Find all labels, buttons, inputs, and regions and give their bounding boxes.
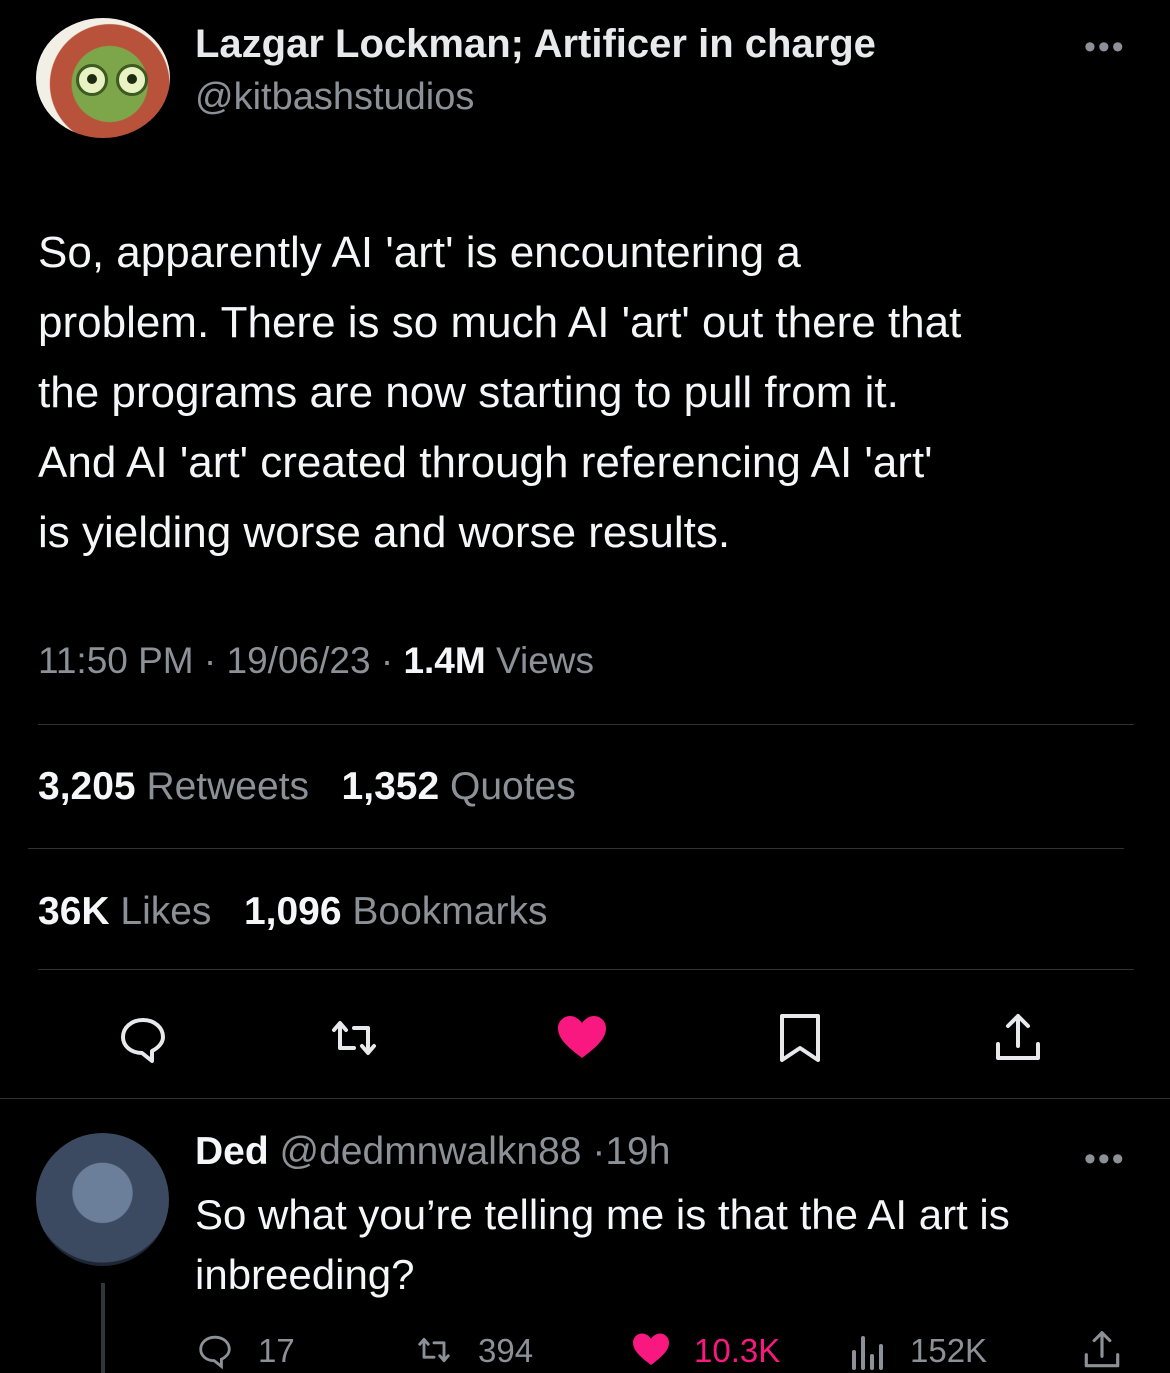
reply-author-avatar[interactable] [36, 1133, 169, 1266]
likes-label: Likes [120, 890, 212, 933]
tweet-meta: 11:50 PM · 19/06/23 · 1.4M Views [38, 640, 594, 682]
author-avatar[interactable] [36, 18, 170, 138]
tweet-date[interactable]: 19/06/23 [227, 640, 371, 681]
reply-more-icon[interactable]: ••• [1084, 1140, 1126, 1179]
reply-icon[interactable] [115, 1010, 171, 1066]
avatar-eye-right [116, 64, 148, 96]
views-label: Views [495, 640, 595, 681]
reply-retweets-count: 394 [478, 1332, 534, 1369]
more-icon[interactable]: ••• [1084, 28, 1126, 67]
tweet-time[interactable]: 11:50 PM [38, 640, 194, 681]
retweet-icon[interactable] [326, 1010, 382, 1066]
avatar-eye-left [76, 64, 108, 96]
retweets-stat[interactable]: 3,205 Retweets [38, 765, 320, 808]
bookmark-icon[interactable] [772, 1010, 828, 1066]
bookmarks-count: 1,096 [243, 890, 342, 933]
reply-icon[interactable] [195, 1330, 235, 1370]
meta-separator: · [380, 640, 404, 681]
author-name[interactable]: Lazgar Lockman; Artificer in charge [195, 22, 876, 67]
share-icon[interactable] [1080, 1328, 1124, 1372]
quotes-label: Quotes [450, 765, 576, 808]
retweet-icon[interactable] [412, 1330, 456, 1370]
reply-likes-count: 10.3K [694, 1332, 781, 1369]
reply-views-count: 152K [910, 1332, 988, 1369]
divider [0, 1098, 1170, 1099]
reply-header: Ded @dedmnwalkn88 ·19h [195, 1130, 670, 1174]
quotes-count: 1,352 [341, 765, 440, 808]
share-icon[interactable] [990, 1010, 1046, 1066]
divider [38, 724, 1134, 725]
like-icon[interactable] [554, 1010, 610, 1066]
author-handle[interactable]: @kitbashstudios [195, 76, 474, 119]
thread-line [101, 1283, 105, 1373]
views-count: 1.4M [403, 640, 486, 681]
reply-author-name[interactable]: Ded [195, 1130, 269, 1173]
retweets-count: 3,205 [38, 765, 136, 808]
retweet-quote-stats: 3,205 Retweets 1,352 Quotes [38, 765, 576, 809]
tweet-text: So, apparently AI 'art' is encountering … [38, 228, 962, 557]
meta-separator: · [592, 1130, 606, 1173]
quotes-stat[interactable]: 1,352 Quotes [342, 765, 576, 808]
views-icon[interactable] [848, 1332, 888, 1370]
like-icon[interactable] [628, 1329, 674, 1371]
likes-count: 36K [38, 890, 110, 933]
reply-replies-count: 17 [258, 1332, 295, 1369]
like-bookmark-stats: 36K Likes 1,096 Bookmarks [38, 890, 547, 934]
meta-separator: · [203, 640, 227, 681]
reply-text: So what you’re telling me is that the AI… [195, 1191, 1010, 1298]
reply-age[interactable]: 19h [605, 1130, 670, 1173]
reply-author-handle[interactable]: @dedmnwalkn88 [280, 1130, 582, 1173]
divider [38, 969, 1134, 970]
bookmarks-label: Bookmarks [352, 890, 548, 933]
divider [28, 848, 1124, 849]
likes-stat[interactable]: 36K Likes [38, 890, 222, 933]
retweets-label: Retweets [146, 765, 310, 808]
bookmarks-stat[interactable]: 1,096 Bookmarks [244, 890, 548, 933]
